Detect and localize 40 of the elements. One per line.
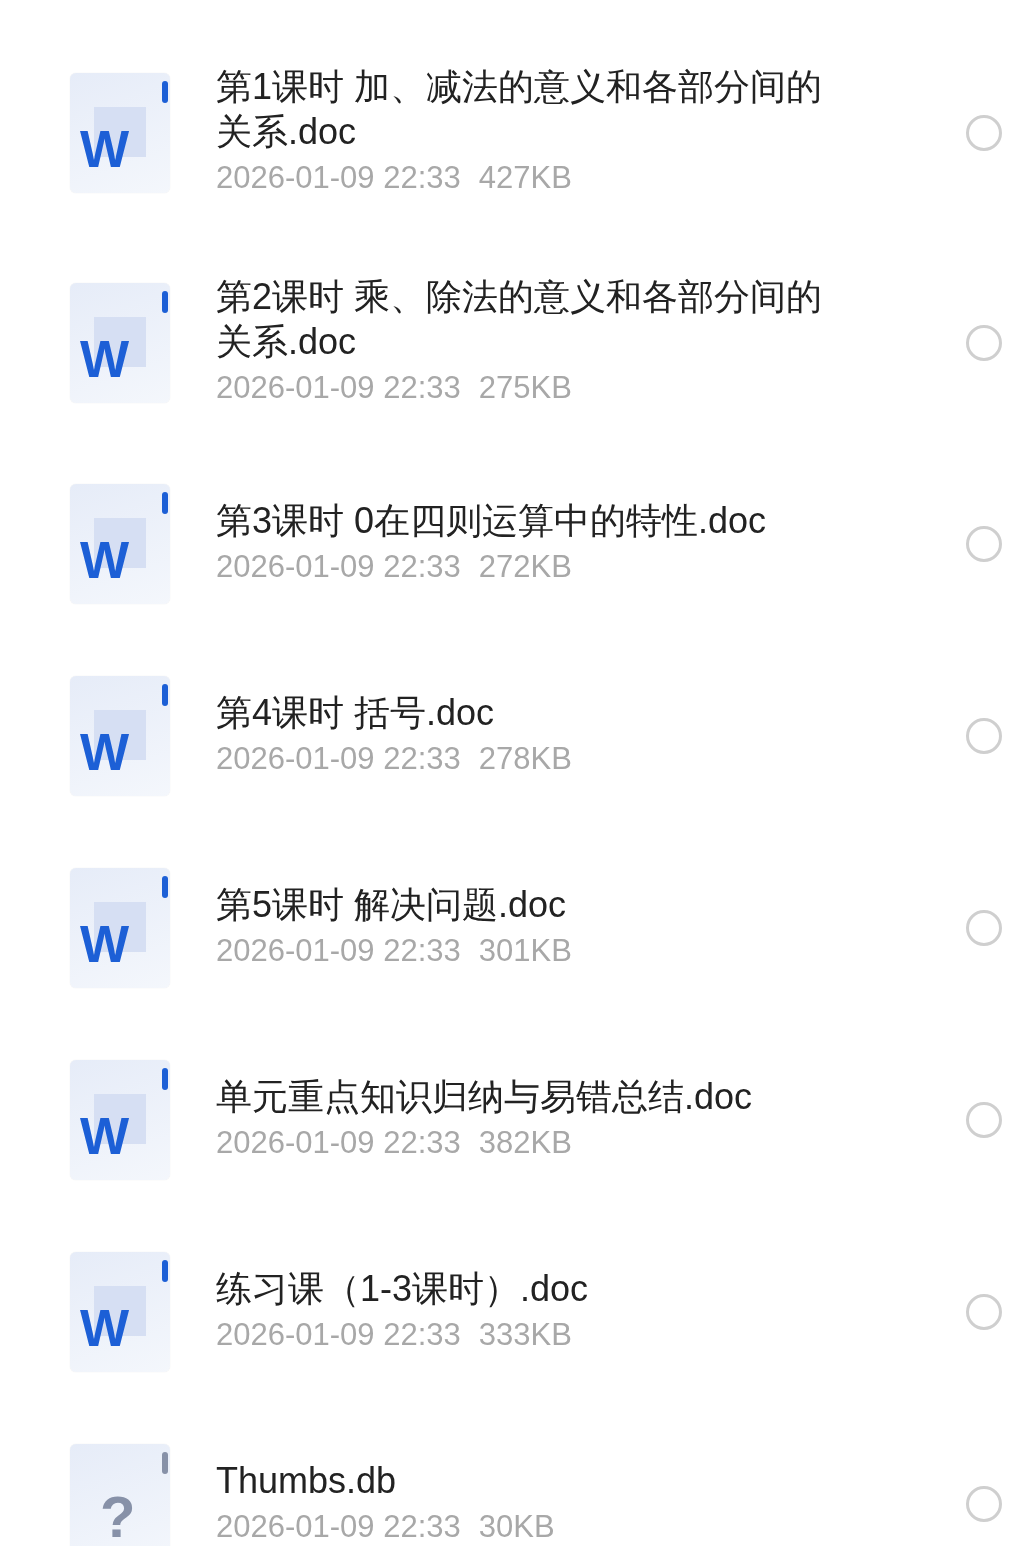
file-date: 2026-01-09 22:33 [216, 1123, 461, 1162]
file-date: 2026-01-09 22:33 [216, 739, 461, 778]
select-radio[interactable] [966, 718, 1002, 754]
unknown-file-icon: ? [70, 1444, 170, 1546]
document-icon: W [70, 868, 170, 988]
file-name: 第4课时 括号.doc [216, 690, 496, 735]
file-name: Thumbs.db [216, 1458, 398, 1503]
file-size: 333KB [478, 1315, 572, 1354]
file-size: 272KB [478, 547, 572, 586]
file-date: 2026-01-09 22:33 [216, 1315, 461, 1354]
document-icon: W [70, 676, 170, 796]
file-size: 301KB [478, 931, 572, 970]
file-size: 278KB [478, 739, 572, 778]
select-radio[interactable] [966, 526, 1002, 562]
document-icon: W [70, 484, 170, 604]
document-icon: W [70, 283, 170, 403]
select-radio[interactable] [966, 1294, 1002, 1330]
file-date: 2026-01-09 22:33 [216, 369, 461, 407]
file-size: 427KB [478, 159, 572, 197]
file-date: 2026-01-09 22:33 [216, 931, 461, 970]
document-icon: W [70, 1252, 170, 1372]
file-name: 第2课时 乘、除法的意义和各部分间的关系.doc [216, 275, 824, 364]
select-radio[interactable] [966, 910, 1002, 946]
file-size: 275KB [478, 369, 572, 407]
file-date: 2026-01-09 22:33 [216, 547, 461, 586]
select-radio[interactable] [966, 325, 1002, 361]
file-name: 第1课时 加、减法的意义和各部分间的关系.doc [216, 65, 824, 154]
file-size: 382KB [478, 1123, 572, 1162]
file-name: 练习课（1-3课时）.doc [216, 1266, 590, 1311]
file-date: 2026-01-09 22:33 [216, 1507, 461, 1546]
file-size: 30KB [478, 1507, 555, 1546]
file-name: 单元重点知识归纳与易错总结.doc [216, 1074, 754, 1119]
document-icon: W [70, 1060, 170, 1180]
document-icon: W [70, 73, 170, 193]
select-radio[interactable] [966, 1486, 1002, 1522]
file-date: 2026-01-09 22:33 [216, 159, 461, 197]
file-name: 第5课时 解决问题.doc [216, 882, 568, 927]
select-radio[interactable] [966, 115, 1002, 151]
file-name: 第3课时 0在四则运算中的特性.doc [216, 498, 768, 543]
select-radio[interactable] [966, 1102, 1002, 1138]
